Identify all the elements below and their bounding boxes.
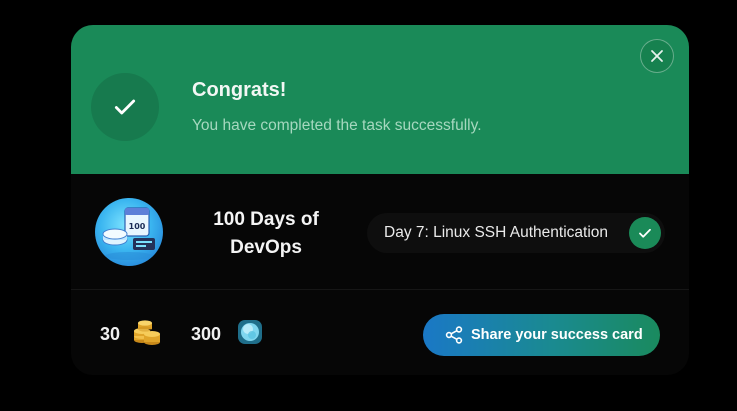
congrats-title: Congrats! (192, 79, 287, 101)
close-button[interactable] (640, 39, 674, 73)
success-badge (91, 73, 159, 141)
success-banner: Congrats! You have completed the task su… (71, 25, 689, 174)
devops-illustration: 100 (102, 207, 155, 260)
close-icon (651, 50, 663, 62)
coins-icon (134, 320, 160, 345)
course-name-line1: 100 Days of (213, 209, 319, 230)
check-icon (639, 228, 651, 238)
course-info-row: 100 100 Days of DevOps Day 7: Linux SSH … (71, 174, 689, 290)
coins-value: 30 (100, 324, 121, 344)
task-pill: Day 7: Linux SSH Authentication (367, 213, 665, 253)
rewards-row: 30 300 Share your success card (71, 290, 689, 375)
course-logo: 100 (95, 198, 163, 266)
gem-icon (238, 320, 262, 344)
logo-badge-text: 100 (129, 222, 146, 231)
congrats-subtitle: You have completed the task successfully… (192, 117, 482, 134)
share-success-card-button[interactable]: Share your success card (423, 314, 660, 356)
gems-value: 300 (191, 324, 222, 344)
check-icon (114, 99, 136, 115)
course-name-line2: DevOps (230, 237, 302, 258)
task-label: Day 7: Linux SSH Authentication (384, 224, 609, 241)
success-modal: Congrats! You have completed the task su… (71, 25, 689, 375)
course-name: 100 Days of DevOps (191, 206, 341, 262)
share-button-label: Share your success card (471, 327, 643, 343)
task-complete-badge (629, 217, 661, 249)
share-icon (445, 326, 463, 344)
